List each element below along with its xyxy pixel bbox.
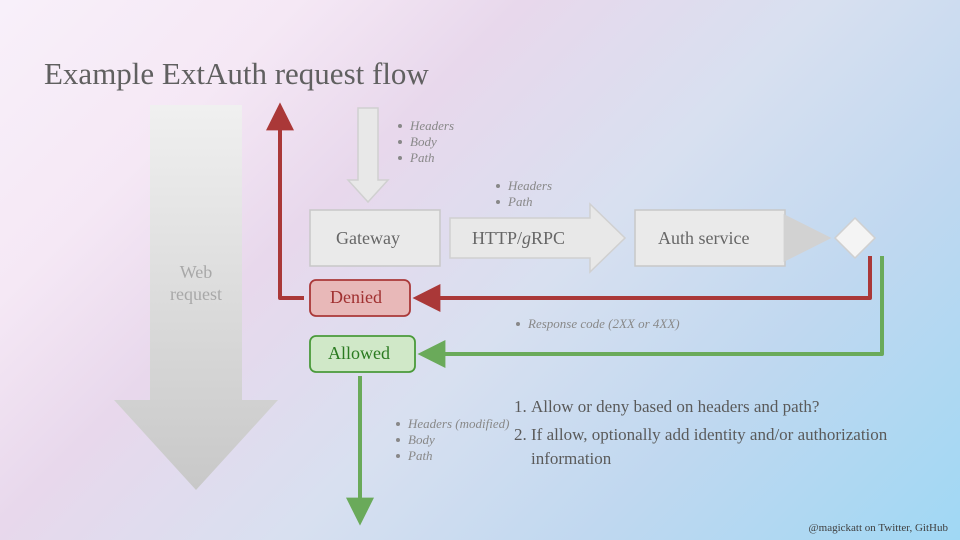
response-note-dot <box>516 322 520 326</box>
decision-diamond <box>835 218 875 258</box>
auth-service-label: Auth service <box>658 228 749 248</box>
decision-step-2: If allow, optionally add identity and/or… <box>531 423 905 471</box>
protocol-label: HTTP/gRPC <box>472 228 565 248</box>
into-gateway-arrow <box>348 108 388 202</box>
svg-text:Path: Path <box>409 150 435 165</box>
footer-credit: @magickatt on Twitter, GitHub <box>809 522 948 534</box>
response-code-note: Response code (2XX or 4XX) <box>527 316 680 331</box>
svg-text:Headers: Headers <box>507 178 552 193</box>
denied-return-arrow <box>280 108 304 298</box>
svg-text:Body: Body <box>408 432 435 447</box>
protocol-bullets: Headers Path <box>496 178 552 209</box>
svg-text:Headers: Headers <box>409 118 454 133</box>
gateway-bullets: Headers Body Path <box>398 118 454 165</box>
modified-bullets: Headers (modified) Body Path <box>396 416 509 463</box>
svg-text:Path: Path <box>407 448 433 463</box>
denied-label: Denied <box>330 287 382 307</box>
allowed-path-arrow <box>423 256 882 354</box>
decision-steps-list: Allow or deny based on headers and path?… <box>505 395 905 474</box>
svg-text:Path: Path <box>507 194 533 209</box>
gateway-label: Gateway <box>336 228 400 248</box>
svg-text:Body: Body <box>410 134 437 149</box>
web-request-label-1: Web <box>180 262 213 282</box>
decision-step-1: Allow or deny based on headers and path? <box>531 395 905 419</box>
web-request-label-2: request <box>170 284 222 304</box>
svg-text:Headers (modified): Headers (modified) <box>407 416 509 431</box>
allowed-label: Allowed <box>328 343 390 363</box>
